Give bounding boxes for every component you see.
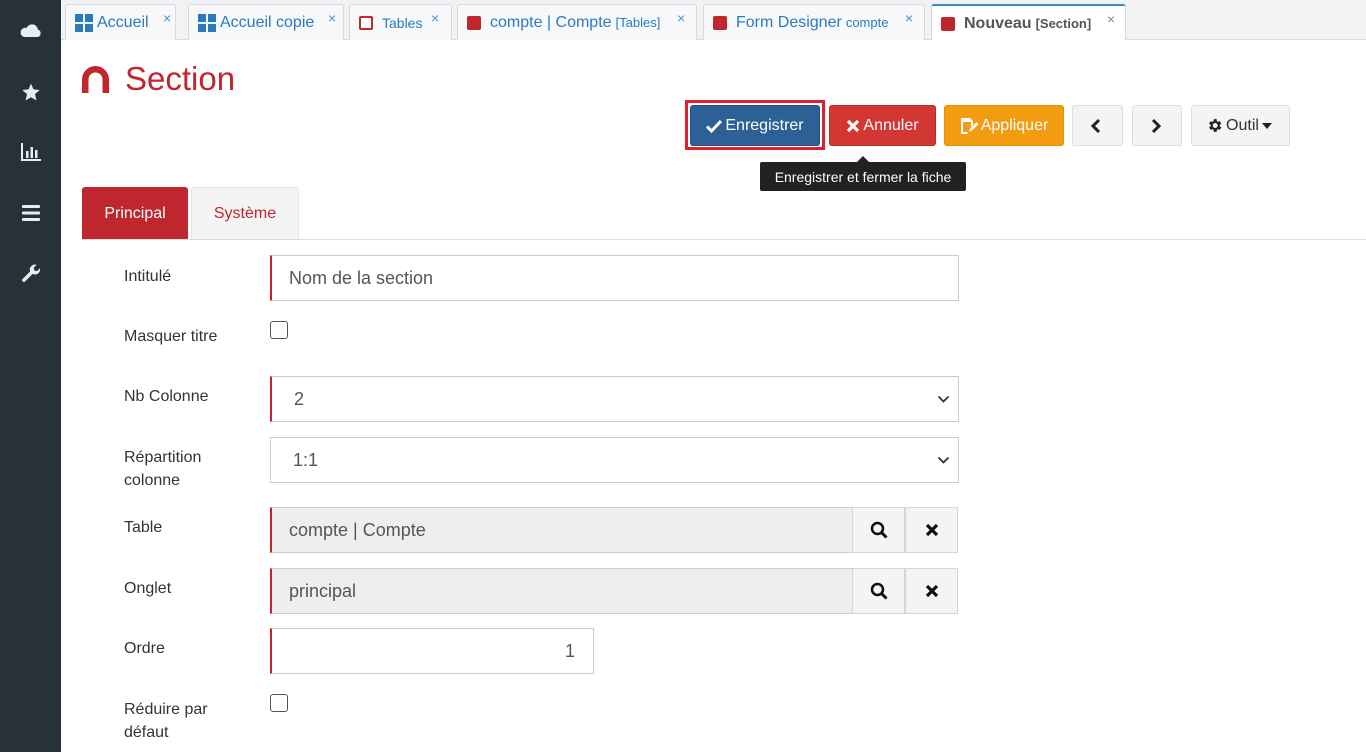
cloud-icon[interactable] bbox=[0, 11, 61, 51]
intitule-field[interactable]: Nom de la section bbox=[270, 255, 959, 301]
tab-tables[interactable]: Tables × bbox=[349, 4, 452, 40]
reduire-checkbox[interactable] bbox=[270, 694, 288, 712]
repartition-label: Répartition colonne bbox=[124, 446, 201, 492]
reduire-label: Réduire par défaut bbox=[124, 698, 208, 744]
repartition-value: 1:1 bbox=[293, 449, 319, 470]
tab-label: Accueil copie bbox=[220, 13, 315, 31]
square-icon bbox=[359, 15, 373, 30]
windows-icon bbox=[75, 13, 93, 32]
section-logo-icon bbox=[82, 66, 109, 98]
page-title: Section bbox=[125, 60, 236, 97]
tab-label: compte | Compte bbox=[490, 13, 612, 31]
close-icon bbox=[847, 119, 860, 132]
cancel-button[interactable]: Annuler bbox=[829, 105, 936, 146]
tab-label: Accueil bbox=[97, 13, 149, 31]
repartition-label-line1: Répartition bbox=[124, 449, 202, 466]
close-icon[interactable]: × bbox=[677, 10, 685, 26]
chart-icon[interactable] bbox=[0, 132, 61, 172]
close-icon bbox=[925, 584, 938, 598]
chevron-left-icon bbox=[1090, 118, 1101, 133]
table-search-button[interactable] bbox=[852, 507, 905, 553]
tool-dropdown-button[interactable]: Outil bbox=[1191, 105, 1290, 146]
tab-label: Nouveau bbox=[964, 14, 1032, 32]
ordre-label: Ordre bbox=[124, 640, 165, 657]
save-button[interactable]: Enregistrer bbox=[690, 105, 820, 146]
tool-button-label: Outil bbox=[1226, 116, 1259, 134]
cancel-button-label: Annuler bbox=[863, 116, 919, 134]
apply-button-label: Appliquer bbox=[980, 116, 1049, 134]
close-icon[interactable]: × bbox=[1107, 11, 1115, 27]
tab-form-designer[interactable]: Form Designer compte × bbox=[703, 4, 925, 40]
windows-icon bbox=[198, 13, 216, 32]
onglet-search-button[interactable] bbox=[852, 568, 905, 614]
close-icon bbox=[925, 523, 938, 537]
check-icon bbox=[706, 119, 723, 133]
masquer-titre-label: Masquer titre bbox=[124, 328, 218, 345]
square-icon bbox=[467, 15, 481, 30]
star-icon[interactable] bbox=[0, 72, 61, 112]
square-icon bbox=[941, 16, 955, 31]
repartition-select[interactable]: 1:1 bbox=[270, 437, 959, 483]
table-label: Table bbox=[124, 519, 163, 536]
tab-sublabel: compte bbox=[845, 15, 889, 30]
close-icon[interactable]: × bbox=[431, 10, 439, 26]
tab-label: Form Designer bbox=[736, 13, 842, 31]
chevron-right-icon bbox=[1151, 118, 1161, 133]
nb-colonne-value: 2 bbox=[294, 388, 305, 409]
repartition-label-line2: colonne bbox=[124, 472, 181, 489]
close-icon[interactable]: × bbox=[905, 10, 913, 26]
table-field[interactable]: compte | Compte bbox=[270, 507, 853, 553]
close-icon[interactable]: × bbox=[328, 10, 336, 26]
close-icon[interactable]: × bbox=[163, 10, 171, 26]
reduire-label-line2: défaut bbox=[124, 724, 169, 741]
caret-down-icon bbox=[1261, 122, 1272, 129]
search-icon bbox=[870, 521, 888, 539]
intitule-label: Intitulé bbox=[124, 268, 172, 285]
tab-sublabel: [Section] bbox=[1035, 16, 1092, 31]
next-button[interactable] bbox=[1132, 105, 1182, 146]
tabs-divider bbox=[82, 239, 1366, 240]
gear-icon bbox=[1209, 119, 1222, 132]
tab-bar: Accueil × Accueil copie × Tables × compt… bbox=[61, 0, 1366, 41]
save-button-label: Enregistrer bbox=[725, 116, 804, 134]
tab-label: Tables bbox=[382, 14, 423, 31]
tab-principal[interactable]: Principal bbox=[82, 187, 188, 240]
table-clear-button[interactable] bbox=[905, 507, 958, 553]
tab-sublabel: [Tables] bbox=[615, 15, 661, 30]
apply-button[interactable]: Appliquer bbox=[944, 105, 1064, 146]
tab-accueil-copie[interactable]: Accueil copie × bbox=[188, 4, 344, 40]
tab-compte[interactable]: compte | Compte [Tables] × bbox=[457, 4, 697, 40]
square-icon bbox=[713, 15, 727, 30]
sidebar bbox=[0, 0, 61, 752]
onglet-field[interactable]: principal bbox=[270, 568, 853, 614]
previous-button[interactable] bbox=[1072, 105, 1123, 146]
wrench-icon[interactable] bbox=[0, 253, 61, 293]
tab-systeme[interactable]: Système bbox=[191, 187, 299, 240]
menu-icon[interactable] bbox=[0, 193, 61, 233]
tab-accueil[interactable]: Accueil × bbox=[65, 4, 176, 40]
masquer-titre-checkbox[interactable] bbox=[270, 321, 288, 339]
ordre-field[interactable]: 1 bbox=[270, 628, 594, 674]
onglet-label: Onglet bbox=[124, 580, 172, 597]
tab-nouveau[interactable]: Nouveau [Section] × bbox=[931, 4, 1126, 41]
reduire-label-line1: Réduire par bbox=[124, 701, 208, 718]
nb-colonne-label: Nb Colonne bbox=[124, 388, 209, 405]
save-tooltip: Enregistrer et fermer la fiche bbox=[760, 162, 966, 191]
edit-file-icon bbox=[960, 118, 978, 134]
chevron-down-icon bbox=[937, 456, 950, 464]
onglet-clear-button[interactable] bbox=[905, 568, 958, 614]
search-icon bbox=[870, 582, 888, 600]
chevron-down-icon bbox=[937, 395, 950, 403]
nb-colonne-select[interactable]: 2 bbox=[270, 376, 959, 422]
